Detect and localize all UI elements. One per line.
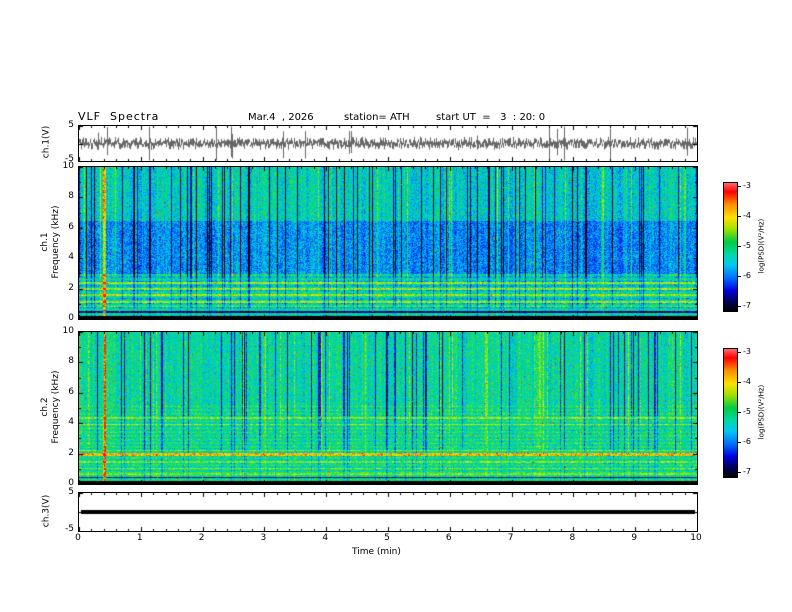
x-tick-label: 7 xyxy=(507,533,514,543)
wave3-ytick-label: 5 xyxy=(68,487,74,497)
spec2-ytick-label: 10 xyxy=(62,326,74,336)
wave1-ytick-label: -5 xyxy=(65,154,74,164)
colorbar-tick-mark xyxy=(737,472,741,473)
ch3-wave-ylabel: ch.3(V) xyxy=(42,495,53,527)
vlf-spectra-plot: VLF Spectra Mar.4 , 2026 station= ATH st… xyxy=(0,0,792,612)
colorbar-tick-mark xyxy=(737,352,741,353)
wave3-ytick-label: -5 xyxy=(65,524,74,534)
colorbar-tick-label: -7 xyxy=(743,301,751,310)
spec1-ytick-label: 8 xyxy=(68,191,74,202)
spec2-ytick-label: 8 xyxy=(68,356,74,367)
colorbar-tick-mark xyxy=(737,246,741,247)
plot-date: Mar.4 , 2026 xyxy=(248,112,314,123)
ch1-spectrogram-canvas xyxy=(78,166,698,320)
colorbar-tick-label: -5 xyxy=(743,407,751,416)
x-tick-label: 0 xyxy=(75,533,81,543)
colorbar-tick-label: -5 xyxy=(743,241,751,250)
colorbar-tick-label: -3 xyxy=(743,347,751,356)
colorbar-ch1 xyxy=(723,182,738,312)
spec1-ytick-label: 6 xyxy=(68,221,74,232)
colorbar-tick-mark xyxy=(737,382,741,383)
spec2-ytick-label: 2 xyxy=(68,447,74,458)
colorbar-tick-label: -6 xyxy=(743,437,751,446)
x-axis-label: Time (min) xyxy=(352,547,401,557)
x-tick-label: 1 xyxy=(136,533,143,543)
ch3-waveform-canvas xyxy=(78,492,698,532)
colorbar-tick-label: -4 xyxy=(743,211,751,220)
plot-station: station= ATH xyxy=(344,112,410,123)
ch1-spec-ylabel-line2: Frequency (kHz) xyxy=(51,205,61,279)
ch1-spec-ylabel-line1: ch.1 xyxy=(40,232,50,252)
colorbar-tick-label: -4 xyxy=(743,377,751,386)
colorbar-tick-label: -3 xyxy=(743,181,751,190)
spec2-ytick-label: 6 xyxy=(68,386,74,397)
ch2-spectrogram-canvas xyxy=(78,331,698,485)
ch1-wave-ylabel-text: ch.1(V) xyxy=(41,125,52,159)
colorbar-tick-mark xyxy=(737,216,741,217)
x-tick-label: 4 xyxy=(322,533,329,543)
x-tick-label: 10 xyxy=(690,533,702,543)
x-tick-label: 2 xyxy=(198,533,205,543)
ch3-wave-ylabel-text: ch.3(V) xyxy=(41,494,52,528)
colorbar-tick-mark xyxy=(737,412,741,413)
colorbar-tick-label: -6 xyxy=(743,271,751,280)
wave1-ytick-label: 5 xyxy=(68,120,74,130)
colorbar-tick-mark xyxy=(737,306,741,307)
x-tick-label: 3 xyxy=(260,533,267,543)
spec1-ytick-label: 0 xyxy=(68,313,74,323)
colorbar1-label: log(PSD)(V²/Hz) xyxy=(757,218,766,274)
spec1-ytick-label: 2 xyxy=(68,282,74,293)
x-tick-label: 5 xyxy=(384,533,390,543)
colorbar-tick-mark xyxy=(737,276,741,277)
colorbar-tick-label: -7 xyxy=(743,467,751,476)
colorbar-ch2 xyxy=(723,348,738,478)
plot-title: VLF Spectra xyxy=(78,110,160,123)
x-tick-label: 9 xyxy=(631,533,638,543)
ch2-spec-ylabel-line1: ch.2 xyxy=(40,397,50,417)
spec2-ytick-label: 4 xyxy=(68,417,74,428)
colorbar-tick-mark xyxy=(737,442,741,443)
colorbar-tick-mark xyxy=(737,186,741,187)
colorbar2-label: log(PSD)(V²/Hz) xyxy=(757,384,766,440)
ch1-wave-ylabel: ch.1(V) xyxy=(42,126,53,158)
ch1-waveform-canvas xyxy=(78,125,698,162)
x-tick-label: 6 xyxy=(445,533,452,543)
plot-start-ut: start UT = 3 : 20: 0 xyxy=(436,112,546,123)
ch2-spec-ylabel-line2: Frequency (kHz) xyxy=(51,370,61,444)
spec1-ytick-label: 4 xyxy=(68,252,74,263)
ch1-spec-ylabel: ch.1 Frequency (kHz) xyxy=(40,205,62,278)
x-tick-label: 8 xyxy=(569,533,576,543)
ch2-spec-ylabel: ch.2 Frequency (kHz) xyxy=(40,370,62,443)
